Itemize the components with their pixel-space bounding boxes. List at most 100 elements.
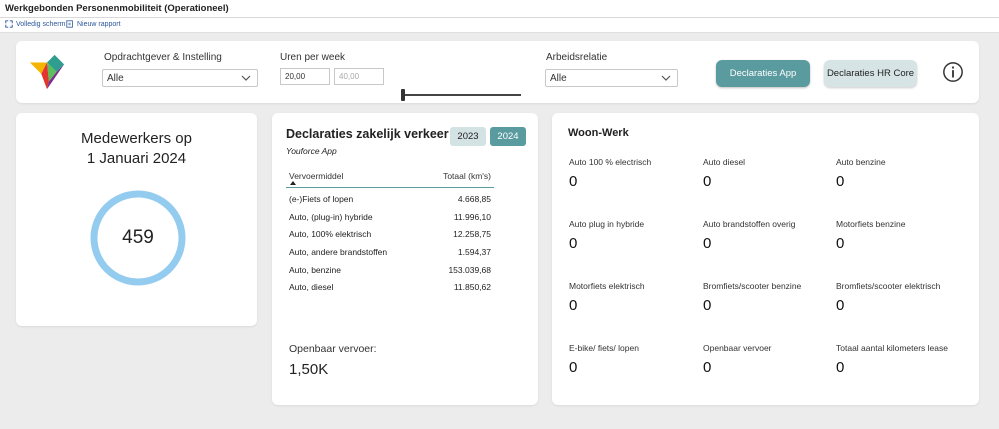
hours-slider-track[interactable]	[401, 94, 521, 96]
woon-werk-title: Woon-Werk	[568, 127, 629, 139]
kpi-value: 0	[703, 235, 712, 252]
kpi-label: Totaal aantal kilometers lease	[836, 343, 948, 353]
employer-dropdown-value: Alle	[107, 73, 124, 84]
fullscreen-icon	[5, 20, 13, 28]
chevron-down-icon	[241, 75, 251, 81]
declaraties-hr-core-button[interactable]: Declaraties HR Core	[824, 60, 917, 87]
column-header-mode[interactable]: Vervoermiddel	[289, 171, 343, 181]
new-report-button[interactable]: Nieuw rapport	[66, 20, 121, 28]
kpi-label: Auto diesel	[703, 157, 746, 167]
kpi-label: Motorfiets benzine	[836, 219, 906, 229]
kpi-value: 0	[703, 359, 712, 376]
cell-km: 11.996,10	[453, 211, 491, 222]
report-toolbar: Volledig scherm Nieuw rapport	[0, 18, 999, 33]
kpi-tile: Motorfiets elektrisch 0	[569, 281, 699, 314]
kpi-tile: E-bike/ fiets/ lopen 0	[569, 343, 699, 376]
kpi-tile: Auto plug in hybride 0	[569, 219, 699, 252]
relation-dropdown[interactable]: Alle	[545, 69, 678, 87]
kpi-value: 0	[569, 173, 578, 190]
chevron-down-icon	[661, 75, 671, 81]
public-transport-value: 1,50K	[289, 361, 329, 378]
table-row: Auto, 100% elektrisch 12.258,75	[286, 225, 494, 243]
employees-card: Medewerkers op 1 Januari 2024 459	[16, 113, 257, 326]
title-bar: Werkgebonden Personenmobiliteit (Operati…	[0, 0, 999, 18]
declaraties-subtitle: Youforce App	[286, 146, 337, 156]
employees-title-line1: Medewerkers op	[81, 130, 192, 147]
declaraties-app-button[interactable]: Declaraties App	[716, 60, 810, 87]
employer-filter-label: Opdrachtgever & Instelling	[104, 52, 222, 63]
info-icon[interactable]	[942, 61, 964, 83]
table-row: Auto, benzine 153.039,68	[286, 261, 494, 279]
year-button-2023[interactable]: 2023	[450, 127, 486, 146]
table-row: (e-)Fiets of lopen 4.668,85	[286, 190, 494, 208]
woon-werk-card: Woon-Werk Auto 100 % electrisch 0 Auto die…	[552, 113, 979, 405]
fullscreen-button[interactable]: Volledig scherm	[5, 20, 65, 28]
new-report-icon	[66, 20, 73, 28]
kpi-label: Openbaar vervoer	[703, 343, 772, 353]
kpi-value: 0	[703, 173, 712, 190]
hours-min-input[interactable]: 20,00	[280, 68, 330, 85]
hours-max-input[interactable]: 40,00	[334, 68, 384, 85]
cell-km: 12.258,75	[453, 229, 491, 240]
cell-km: 4.668,85	[457, 194, 491, 204]
cell-mode: Auto, (plug-in) hybride	[289, 211, 373, 222]
kpi-label: E-bike/ fiets/ lopen	[569, 343, 639, 353]
kpi-tile: Auto brandstoffen overig 0	[703, 219, 833, 252]
kpi-label: Auto benzine	[836, 157, 886, 167]
employer-dropdown[interactable]: Alle	[102, 69, 258, 87]
kpi-label: Motorfiets elektrisch	[569, 281, 645, 291]
kpi-value: 0	[569, 359, 578, 376]
kpi-tile: Auto diesel 0	[703, 157, 833, 190]
kpi-tile: Bromfiets/scooter elektrisch 0	[836, 281, 966, 314]
table-row: Auto, (plug-in) hybride 11.996,10	[286, 208, 494, 226]
hours-filter-label: Uren per week	[280, 52, 346, 63]
cell-km: 1.594,37	[457, 247, 491, 258]
declaraties-title: Declaraties zakelijk verkeer	[286, 127, 449, 141]
cell-mode: (e-)Fiets of lopen	[289, 194, 354, 204]
kpi-value: 0	[836, 297, 845, 314]
hours-slider-handle[interactable]	[401, 89, 405, 101]
kpi-label: Auto brandstoffen overig	[703, 219, 796, 229]
kpi-label: Bromfiets/scooter elektrisch	[836, 281, 941, 291]
employees-title-line2: 1 Januari 2024	[86, 150, 187, 167]
kpi-value: 0	[836, 173, 845, 190]
relation-dropdown-value: Alle	[550, 73, 567, 84]
kpi-tile: Motorfiets benzine 0	[836, 219, 966, 252]
kpi-label: Auto plug in hybride	[569, 219, 645, 229]
kpi-label: Bromfiets/scooter benzine	[703, 281, 802, 291]
company-logo	[29, 54, 65, 90]
kpi-tile: Bromfiets/scooter benzine 0	[703, 281, 833, 314]
cell-mode: Auto, diesel	[289, 282, 334, 293]
cell-mode: Auto, andere brandstoffen	[289, 247, 388, 258]
kpi-tile: Totaal aantal kilometers lease 0	[836, 343, 966, 376]
employees-count: 459	[122, 227, 154, 248]
cell-mode: Auto, 100% elektrisch	[289, 229, 372, 240]
year-button-2024[interactable]: 2024	[490, 127, 526, 146]
cell-mode: Auto, benzine	[289, 264, 341, 275]
kpi-value: 0	[836, 235, 845, 252]
public-transport-label: Openbaar vervoer:	[289, 343, 377, 355]
kpi-value: 0	[703, 297, 712, 314]
fullscreen-label: Volledig scherm	[16, 20, 66, 28]
declaraties-table: Vervoermiddel Totaal (km's) (e-)Fiets of…	[286, 168, 494, 296]
kpi-value: 0	[569, 297, 578, 314]
kpi-tile: Auto 100 % electrisch 0	[569, 157, 699, 190]
new-report-label: Nieuw rapport	[77, 20, 121, 28]
filter-bar: Opdrachtgever & Instelling Alle Uren per…	[16, 41, 979, 103]
report-canvas: Opdrachtgever & Instelling Alle Uren per…	[0, 33, 999, 429]
kpi-value: 0	[569, 235, 578, 252]
relation-filter-label: Arbeidsrelatie	[546, 52, 608, 63]
declaraties-card: Declaraties zakelijk verkeer Youforce Ap…	[272, 113, 538, 405]
report-title: Werkgebonden Personenmobiliteit (Operati…	[5, 3, 229, 14]
cell-km: 11.850,62	[453, 282, 491, 293]
table-row: Auto, diesel 11.850,62	[286, 278, 494, 296]
kpi-value: 0	[836, 359, 845, 376]
kpi-tile: Openbaar vervoer 0	[703, 343, 833, 376]
cell-km: 153.039,68	[448, 264, 491, 275]
sort-ascending-icon	[290, 181, 296, 185]
table-header: Vervoermiddel Totaal (km's)	[286, 168, 494, 188]
kpi-tile: Auto benzine 0	[836, 157, 966, 190]
table-body: (e-)Fiets of lopen 4.668,85 Auto, (plug-in…	[286, 190, 494, 296]
table-row: Auto, andere brandstoffen 1.594,37	[286, 243, 494, 261]
column-header-km[interactable]: Totaal (km's)	[443, 171, 491, 181]
